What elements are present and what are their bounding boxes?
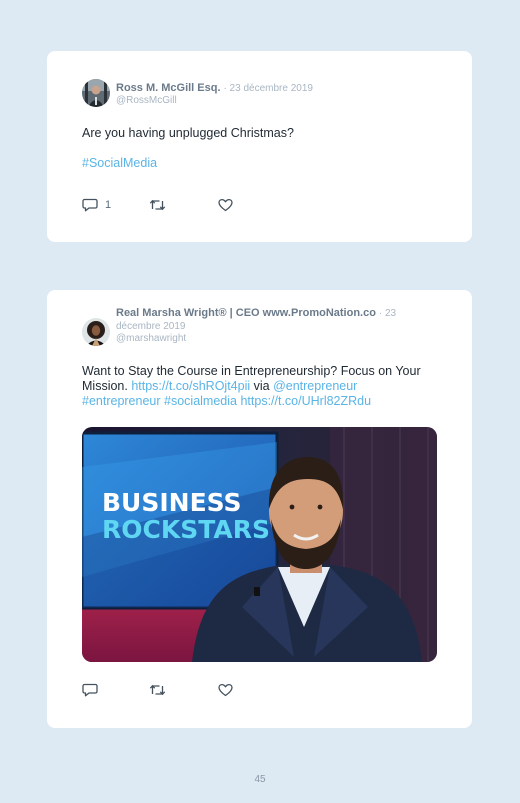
avatar[interactable] — [82, 318, 110, 346]
retweet-icon — [149, 198, 166, 212]
url-link[interactable]: https://t.co/shROjt4pii — [131, 379, 250, 393]
reply-count: 1 — [105, 199, 112, 211]
media-title-line2: ROCKSTARS — [102, 515, 270, 544]
author-name[interactable]: Real Marsha Wright® | CEO www.PromoNatio… — [116, 307, 376, 319]
media-title-line1: BUSINESS — [102, 488, 242, 517]
mention-link[interactable]: @entrepreneur — [273, 379, 357, 393]
reply-icon — [82, 683, 98, 697]
like-button[interactable] — [218, 198, 233, 212]
tweet-text: Are you having unplugged Christmas? — [82, 126, 294, 140]
retweet-icon — [149, 683, 166, 697]
hashtag-link[interactable]: #SocialMedia — [82, 156, 157, 170]
reply-button[interactable]: 1 — [82, 198, 111, 212]
reply-button[interactable] — [82, 683, 98, 697]
hashtag-link[interactable]: #entrepreneur — [82, 394, 161, 408]
page-number: 45 — [254, 774, 266, 785]
like-icon — [218, 683, 233, 697]
retweet-button[interactable] — [149, 683, 166, 697]
retweet-button[interactable] — [149, 198, 166, 212]
tweet-text: Want to Stay the Course in Entrepreneurs… — [82, 364, 427, 409]
url-link[interactable]: https://t.co/UHrl82ZRdu — [240, 394, 371, 408]
tweet-author: Ross M. McGill Esq. · 23 décembre 2019 @… — [116, 82, 421, 107]
tweet-hashtag: #SocialMedia — [82, 156, 427, 171]
reply-icon — [82, 198, 98, 212]
author-handle[interactable]: @RossMcGill — [116, 95, 421, 107]
tweet-card: Ross M. McGill Esq. · 23 décembre 2019 @… — [47, 51, 472, 242]
tweet-date[interactable]: · 23 décembre 2019 — [223, 83, 313, 94]
avatar[interactable] — [82, 79, 110, 107]
like-button[interactable] — [218, 683, 233, 697]
tweet-card: Real Marsha Wright® | CEO www.PromoNatio… — [47, 290, 472, 728]
author-handle[interactable]: @marshawright — [116, 333, 421, 345]
hashtag-link[interactable]: #socialmedia — [164, 394, 237, 408]
tweet-media-image[interactable]: BUSINESS ROCKSTARS — [82, 427, 437, 662]
tweet-author: Real Marsha Wright® | CEO www.PromoNatio… — [116, 307, 421, 345]
tweet-text-via: via — [250, 379, 274, 393]
like-icon — [218, 198, 233, 212]
author-name[interactable]: Ross M. McGill Esq. — [116, 82, 221, 94]
